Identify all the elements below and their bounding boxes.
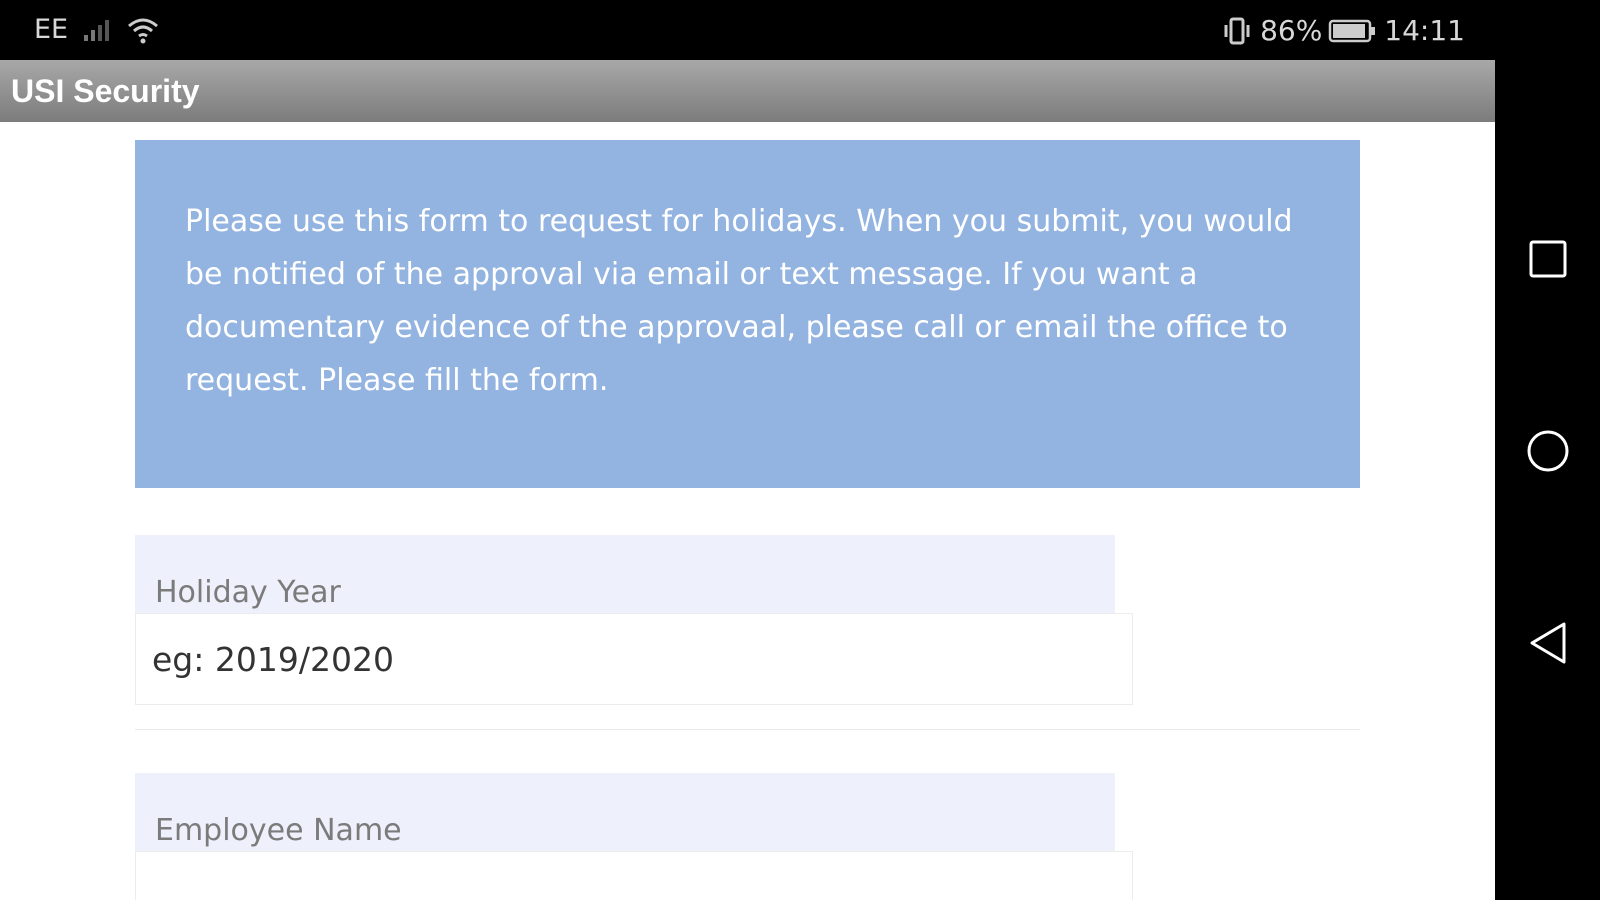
- battery-percent: 86%: [1260, 14, 1323, 47]
- status-bar: EE 86% 14:11: [0, 0, 1495, 60]
- employee-name-group: Employee Name: [135, 773, 1360, 900]
- info-box: Please use this form to request for holi…: [135, 140, 1360, 488]
- status-left: EE: [34, 14, 160, 45]
- vibrate-icon: [1220, 16, 1254, 46]
- employee-name-input[interactable]: [135, 851, 1133, 900]
- app-window: USI Security Please use this form to req…: [0, 60, 1495, 900]
- info-text: Please use this form to request for holi…: [185, 204, 1293, 398]
- holiday-year-label: Holiday Year: [135, 535, 1115, 613]
- app-title: USI Security: [11, 72, 200, 109]
- divider: [135, 729, 1360, 730]
- home-circle-icon[interactable]: [1525, 428, 1571, 474]
- battery-icon: [1328, 18, 1378, 44]
- holiday-year-input[interactable]: [135, 613, 1133, 705]
- clock: 14:11: [1384, 14, 1465, 47]
- holiday-year-group: Holiday Year: [135, 535, 1360, 730]
- signal-icon: [82, 18, 112, 42]
- employee-name-label: Employee Name: [135, 773, 1115, 851]
- carrier-label: EE: [34, 14, 69, 45]
- recents-square-icon[interactable]: [1525, 236, 1571, 282]
- wifi-icon: [126, 16, 160, 44]
- navigation-bar: [1495, 0, 1600, 900]
- back-triangle-icon[interactable]: [1525, 620, 1571, 666]
- app-bar: USI Security: [0, 60, 1495, 122]
- status-right: 86% 14:11: [1220, 14, 1465, 47]
